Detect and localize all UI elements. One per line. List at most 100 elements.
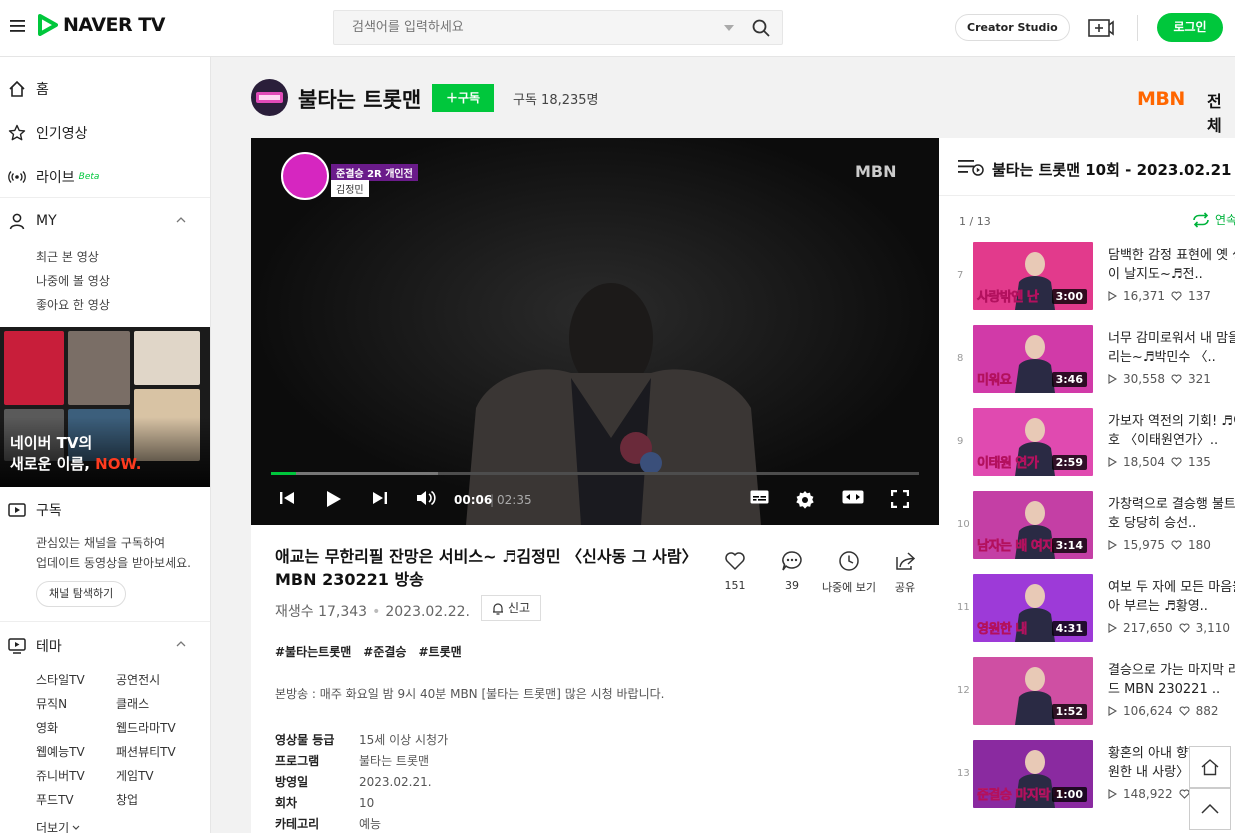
chevron-up-icon[interactable] (176, 641, 186, 647)
theme-item[interactable]: 웹드라마TV (116, 719, 176, 736)
playlist-item[interactable]: 9 이태원 연가 2:59 가보자 역전의 기회! ♬이수호 〈이태원연가〉.. 18,… (939, 408, 1235, 478)
title-line: 가창력으로 결승행 불트 ♬ (1108, 497, 1235, 512)
theme-item[interactable]: 영화 (36, 719, 58, 736)
theme-item[interactable]: 뮤직N (36, 695, 67, 712)
playlist-item-title[interactable]: 담백한 감정 표현에 옛 생각이 날지도~♬전.. (1108, 246, 1235, 284)
theme-item[interactable]: 클래스 (116, 695, 149, 712)
heart-icon (724, 549, 746, 573)
playlist-item[interactable]: 10남자는 배 여자3:14가창력으로 결승행 불트 ♬호 당당히 승선..15… (939, 491, 1235, 561)
playlist-item-title[interactable]: 가보자 역전의 기회! ♬이수호 〈이태원연가〉.. (1108, 412, 1235, 450)
playlist-item-thumbnail[interactable]: 준결승 마지막 무 1:00 (973, 740, 1093, 808)
like-small-icon (1179, 789, 1190, 799)
sidebar-item-live[interactable]: 라이브 Beta (8, 167, 99, 187)
playlist-item-thumbnail[interactable]: 이태원 연가 2:59 (973, 408, 1093, 476)
playlist-item[interactable]: 11 영원한 내 4:31 여보 두 자에 모든 마음을 아 부르는 ♬황영.. 217,… (939, 574, 1235, 644)
subscribe-button[interactable]: ＋구독 (432, 84, 494, 112)
broadcaster-all-link[interactable]: 전체 (1207, 88, 1235, 136)
sidebar-item-popular[interactable]: 인기영상 (8, 123, 88, 143)
theme-item[interactable]: 푸드TV (36, 791, 74, 808)
caret-down-icon[interactable] (724, 25, 734, 31)
like-button[interactable]: 151 (719, 549, 751, 592)
title-line: 호 〈이태원연가〉.. (1108, 433, 1219, 448)
detail-value[interactable]: 불타는 트롯맨 (359, 754, 429, 768)
playlist-item-thumbnail[interactable]: 1:52 (973, 657, 1093, 725)
sidebar-item-home[interactable]: 홈 (8, 79, 49, 99)
video-info-panel: 애교는 무한리필 잔망은 서비스~ ♬김정민 〈신사동 그 사람〉 MBN 23… (251, 525, 939, 833)
play-count: 16,371 (1123, 289, 1165, 303)
naver-tv-logo[interactable]: NAVER TV (38, 14, 165, 36)
playlist-item[interactable]: 7 사랑밖엔 난 3:00 담백한 감정 표현에 옛 생각이 날지도~♬전.. 16,3… (939, 242, 1235, 312)
subtitles-icon[interactable] (750, 490, 769, 504)
sidebar-item-my[interactable]: MY (8, 212, 198, 230)
theme-item[interactable]: 공연전시 (116, 671, 160, 688)
theater-mode-icon[interactable] (842, 490, 864, 504)
next-icon[interactable] (372, 490, 388, 506)
playlist-item-thumbnail[interactable]: 남자는 배 여자 3:14 (973, 491, 1093, 559)
theme-more-button[interactable]: 더보기 (36, 819, 80, 833)
comment-button[interactable]: 39 (777, 549, 807, 592)
playlist-item[interactable]: 8 미워요 3:46 너무 감미로워서 내 맘을 녹리는~♬박민수 〈.. 30,558… (939, 325, 1235, 395)
playlist-item-title[interactable]: 결승으로 가는 마지막 라운드 MBN 230221 .. (1108, 661, 1235, 699)
scroll-home-button[interactable] (1189, 746, 1231, 788)
autoplay-toggle[interactable]: 연속 (1191, 211, 1235, 228)
playlist-item-title[interactable]: 너무 감미로워서 내 맘을 녹리는~♬박민수 〈.. (1108, 329, 1235, 367)
search-input[interactable] (352, 11, 712, 44)
progress-bar[interactable] (271, 472, 919, 475)
theme-item[interactable]: 게임TV (116, 767, 154, 784)
chevron-up-icon[interactable] (176, 217, 186, 223)
hashtag-list: #불타는트롯맨 #준결승 #트롯맨 (275, 643, 462, 660)
settings-gear-icon[interactable] (795, 490, 815, 510)
playlist-item-thumbnail[interactable]: 미워요 3:46 (973, 325, 1093, 393)
search-icon[interactable] (752, 19, 770, 37)
upload-video-icon[interactable] (1088, 16, 1114, 38)
like-count: 321 (1188, 372, 1211, 386)
playlist-item-index: 11 (957, 602, 970, 613)
share-button[interactable]: 공유 (892, 549, 918, 595)
detail-key: 회차 (275, 796, 298, 810)
report-button[interactable]: 신고 (481, 595, 542, 621)
video-meta: 재생수 17,343 • 2023.02.22. (275, 601, 470, 621)
watch-later-button[interactable]: 나중에 보기 (821, 549, 877, 595)
my-watch-later[interactable]: 나중에 볼 영상 (36, 272, 110, 289)
detail-value[interactable]: 예능 (359, 817, 381, 831)
naver-now-banner[interactable]: 네이버 TV의 새로운 이름, NOW. (0, 327, 210, 487)
previous-icon[interactable] (279, 490, 295, 506)
watch-later-label: 나중에 보기 (821, 581, 877, 594)
login-button[interactable]: 로그인 (1157, 13, 1223, 42)
my-recent[interactable]: 최근 본 영상 (36, 248, 99, 265)
broadcaster-logo[interactable]: MBN (1137, 88, 1185, 110)
playlist-item-title[interactable]: 여보 두 자에 모든 마음을 아 부르는 ♬황영.. (1108, 578, 1235, 616)
sidebar-item-subscribe[interactable]: 구독 (8, 500, 62, 520)
sidebar-item-theme[interactable]: 테마 (8, 636, 198, 656)
banner-line2: 새로운 이름, (10, 455, 96, 473)
playlist-item-title[interactable]: 가창력으로 결승행 불트 ♬ 호 당당히 승선.. (1108, 495, 1235, 533)
theme-item[interactable]: 패션뷰티TV (116, 743, 176, 760)
playlist-item-index: 10 (957, 519, 970, 530)
creator-studio-button[interactable]: Creator Studio (955, 14, 1070, 41)
theme-item[interactable]: 스타일TV (36, 671, 85, 688)
theme-item[interactable]: 창업 (116, 791, 138, 808)
play-icon[interactable] (326, 490, 342, 508)
channel-name[interactable]: 불타는 트롯맨 (298, 84, 421, 114)
channel-avatar[interactable] (251, 79, 288, 116)
hashtag[interactable]: #불타는트롯맨 (275, 643, 351, 660)
playlist-item-thumbnail[interactable]: 사랑밖엔 난 3:00 (973, 242, 1093, 310)
hamburger-menu-icon[interactable] (10, 18, 26, 34)
scroll-top-button[interactable] (1189, 788, 1231, 830)
explore-channels-button[interactable]: 채널 탐색하기 (36, 581, 127, 607)
theme-item[interactable]: 웹예능TV (36, 743, 85, 760)
like-small-icon (1171, 374, 1182, 384)
chevron-down-icon (72, 825, 80, 830)
sidebar-label-my: MY (36, 213, 57, 229)
video-player[interactable]: 준결승 2R 개인전 김정민 MBN 00:06 | 02:35 (251, 138, 939, 525)
playlist-item[interactable]: 12 1:52 결승으로 가는 마지막 라운드 MBN 230221 .. 106,6… (939, 657, 1235, 727)
my-liked[interactable]: 좋아요 한 영상 (36, 296, 110, 313)
volume-icon[interactable] (416, 490, 437, 506)
theme-item[interactable]: 쥬니버TV (36, 767, 85, 784)
hashtag[interactable]: #준결승 (363, 643, 406, 660)
fullscreen-icon[interactable] (891, 490, 909, 508)
theme-icon (8, 638, 26, 654)
star-icon (8, 124, 26, 142)
hashtag[interactable]: #트롯맨 (418, 643, 461, 660)
playlist-item-thumbnail[interactable]: 영원한 내 4:31 (973, 574, 1093, 642)
